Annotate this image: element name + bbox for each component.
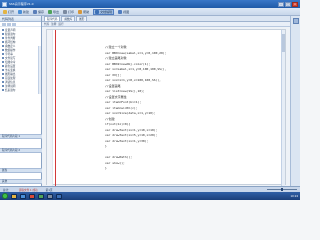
- document-icon: [95, 9, 100, 14]
- code-block[interactable]: //建立一个对象 var BBX=new(Label,x=1,y=0,100,20…: [105, 45, 235, 172]
- toolbar-button-label: 视图: [123, 9, 130, 14]
- editor-scroll-thumb[interactable]: [282, 34, 285, 52]
- toolbar-button-label: 新建: [23, 9, 30, 14]
- save-icon: [33, 9, 38, 14]
- app-window: SSS演示程序V1.0 – □ × 打开 新建 保存 导出 打印 帮助 文档编辑 视图 代码列…: [0, 0, 300, 200]
- subtab-0[interactable]: 代码: [44, 22, 49, 26]
- node-icon: [2, 89, 4, 91]
- status-page: 第1页: [45, 188, 53, 192]
- export-icon: [48, 9, 53, 14]
- tab-1[interactable]: 函数库: [61, 16, 76, 21]
- margin-line: [55, 30, 56, 186]
- status-message: 读取文件 1 成功: [18, 188, 38, 192]
- maximize-button[interactable]: □: [285, 1, 291, 7]
- left-pane-section-1[interactable]: 程序代码片段 1: [0, 134, 42, 139]
- toolbar-button-label: 保存: [38, 9, 45, 14]
- left-pane-section-2[interactable]: 程序代码片段 2: [0, 148, 42, 153]
- grid-icon: [118, 9, 123, 14]
- start-button[interactable]: [2, 193, 8, 199]
- title-bar: SSS演示程序V1.0 – □ ×: [0, 0, 300, 8]
- node-icon: [2, 37, 4, 39]
- taskbar-app-icon[interactable]: [11, 193, 17, 199]
- list-item[interactable]: 结束语句: [2, 88, 39, 92]
- node-icon: [2, 29, 4, 31]
- zoom-slider-track[interactable]: [267, 188, 297, 191]
- toolbar-button-4[interactable]: 打印: [63, 9, 74, 15]
- node-icon: [2, 33, 4, 35]
- node-icon: [2, 81, 4, 83]
- expand-icon[interactable]: [7, 22, 11, 26]
- left-pane-section-3[interactable]: 属性: [0, 168, 42, 173]
- left-ruler: [47, 30, 53, 186]
- toolbar-button-6[interactable]: 文档编辑: [93, 8, 115, 15]
- toolbar-button-label: 导出: [53, 9, 60, 14]
- toolbar-button-label: 打印: [68, 9, 75, 14]
- node-icon: [2, 65, 4, 67]
- collapse-icon[interactable]: [2, 22, 6, 26]
- new-icon: [18, 9, 23, 14]
- left-pane-section-4[interactable]: 其他: [0, 179, 42, 184]
- status-left: 总计：: [3, 188, 11, 192]
- zoom-slider-knob[interactable]: [281, 188, 283, 191]
- left-pane-list: 变量声明 赋值语句 条件判断 循环结构 函数定义 数组操作 字符串 文件读写 绘图命令 颜色设置坐…: [0, 27, 41, 93]
- toolbar-button-3[interactable]: 导出: [48, 9, 59, 15]
- document-page[interactable]: //建立一个对象 var BBX=new(Label,x=1,y=0,100,20…: [46, 29, 286, 186]
- zoom-control[interactable]: [267, 188, 297, 191]
- node-icon: [2, 53, 4, 55]
- window-title: SSS演示程序V1.0: [9, 2, 34, 6]
- taskbar: 10:24: [0, 192, 300, 200]
- toolbar-button-0[interactable]: 打开: [3, 9, 14, 15]
- toolbar-button-label: 打开: [8, 9, 15, 14]
- taskbar-app-icon[interactable]: [29, 193, 35, 199]
- taskbar-app-icon[interactable]: [38, 193, 44, 199]
- code-line[interactable]: }: [105, 166, 235, 172]
- toolbar-button-label: 帮助: [83, 9, 90, 14]
- right-side-panel: [290, 16, 300, 186]
- app-icon: [2, 1, 7, 7]
- list-item-label: 结束语句: [5, 89, 16, 92]
- editor-area: 程序代码 函数库 图形 代码 注释 运行 //建立一个对象 var BBX=new(Lab…: [42, 16, 290, 186]
- toolbar-button-7[interactable]: 视图: [118, 9, 129, 15]
- window-controls: – □ ×: [278, 1, 298, 7]
- toolbar-button-label: 文档编辑: [100, 9, 113, 14]
- close-button[interactable]: ×: [292, 1, 298, 7]
- node-icon: [2, 85, 4, 87]
- left-pane-scrollbar[interactable]: [38, 46, 41, 94]
- taskbar-app-icon[interactable]: [47, 193, 53, 199]
- main-toolbar: 打开 新建 保存 导出 打印 帮助 文档编辑 视图: [0, 8, 300, 16]
- print-icon: [63, 9, 68, 14]
- left-pane: 代码列表 变量声明 赋值语句 条件判断 循环结构 函数定义 数组操作 字符串 文件读写 绘图命令…: [0, 16, 42, 188]
- node-icon: [2, 49, 4, 51]
- taskbar-app-icon[interactable]: [20, 193, 26, 199]
- node-icon: [2, 57, 4, 59]
- tab-0[interactable]: 程序代码: [44, 16, 61, 21]
- subtab-2[interactable]: 运行: [58, 22, 63, 26]
- taskbar-app-icon[interactable]: [56, 193, 62, 199]
- node-icon: [2, 45, 4, 47]
- toolbar-button-1[interactable]: 新建: [18, 9, 29, 15]
- help-icon: [78, 9, 83, 14]
- node-icon: [2, 77, 4, 79]
- node-icon: [2, 73, 4, 75]
- node-icon: [2, 61, 4, 63]
- node-icon: [2, 41, 4, 43]
- subtab-1[interactable]: 注释: [51, 22, 56, 26]
- toolbar-button-2[interactable]: 保存: [33, 9, 44, 15]
- panel-toggle-icon[interactable]: [292, 18, 299, 24]
- editor-scrollbar[interactable]: [281, 30, 285, 186]
- toolbar-button-5[interactable]: 帮助: [78, 9, 89, 15]
- tab-2[interactable]: 图形: [76, 16, 88, 21]
- folder-icon: [3, 9, 7, 14]
- clock: 10:24: [290, 194, 298, 198]
- editor-subtabs: 代码 注释 运行: [42, 22, 290, 27]
- node-icon: [2, 69, 4, 71]
- minimize-button[interactable]: –: [278, 1, 284, 7]
- refresh-icon[interactable]: [12, 22, 16, 26]
